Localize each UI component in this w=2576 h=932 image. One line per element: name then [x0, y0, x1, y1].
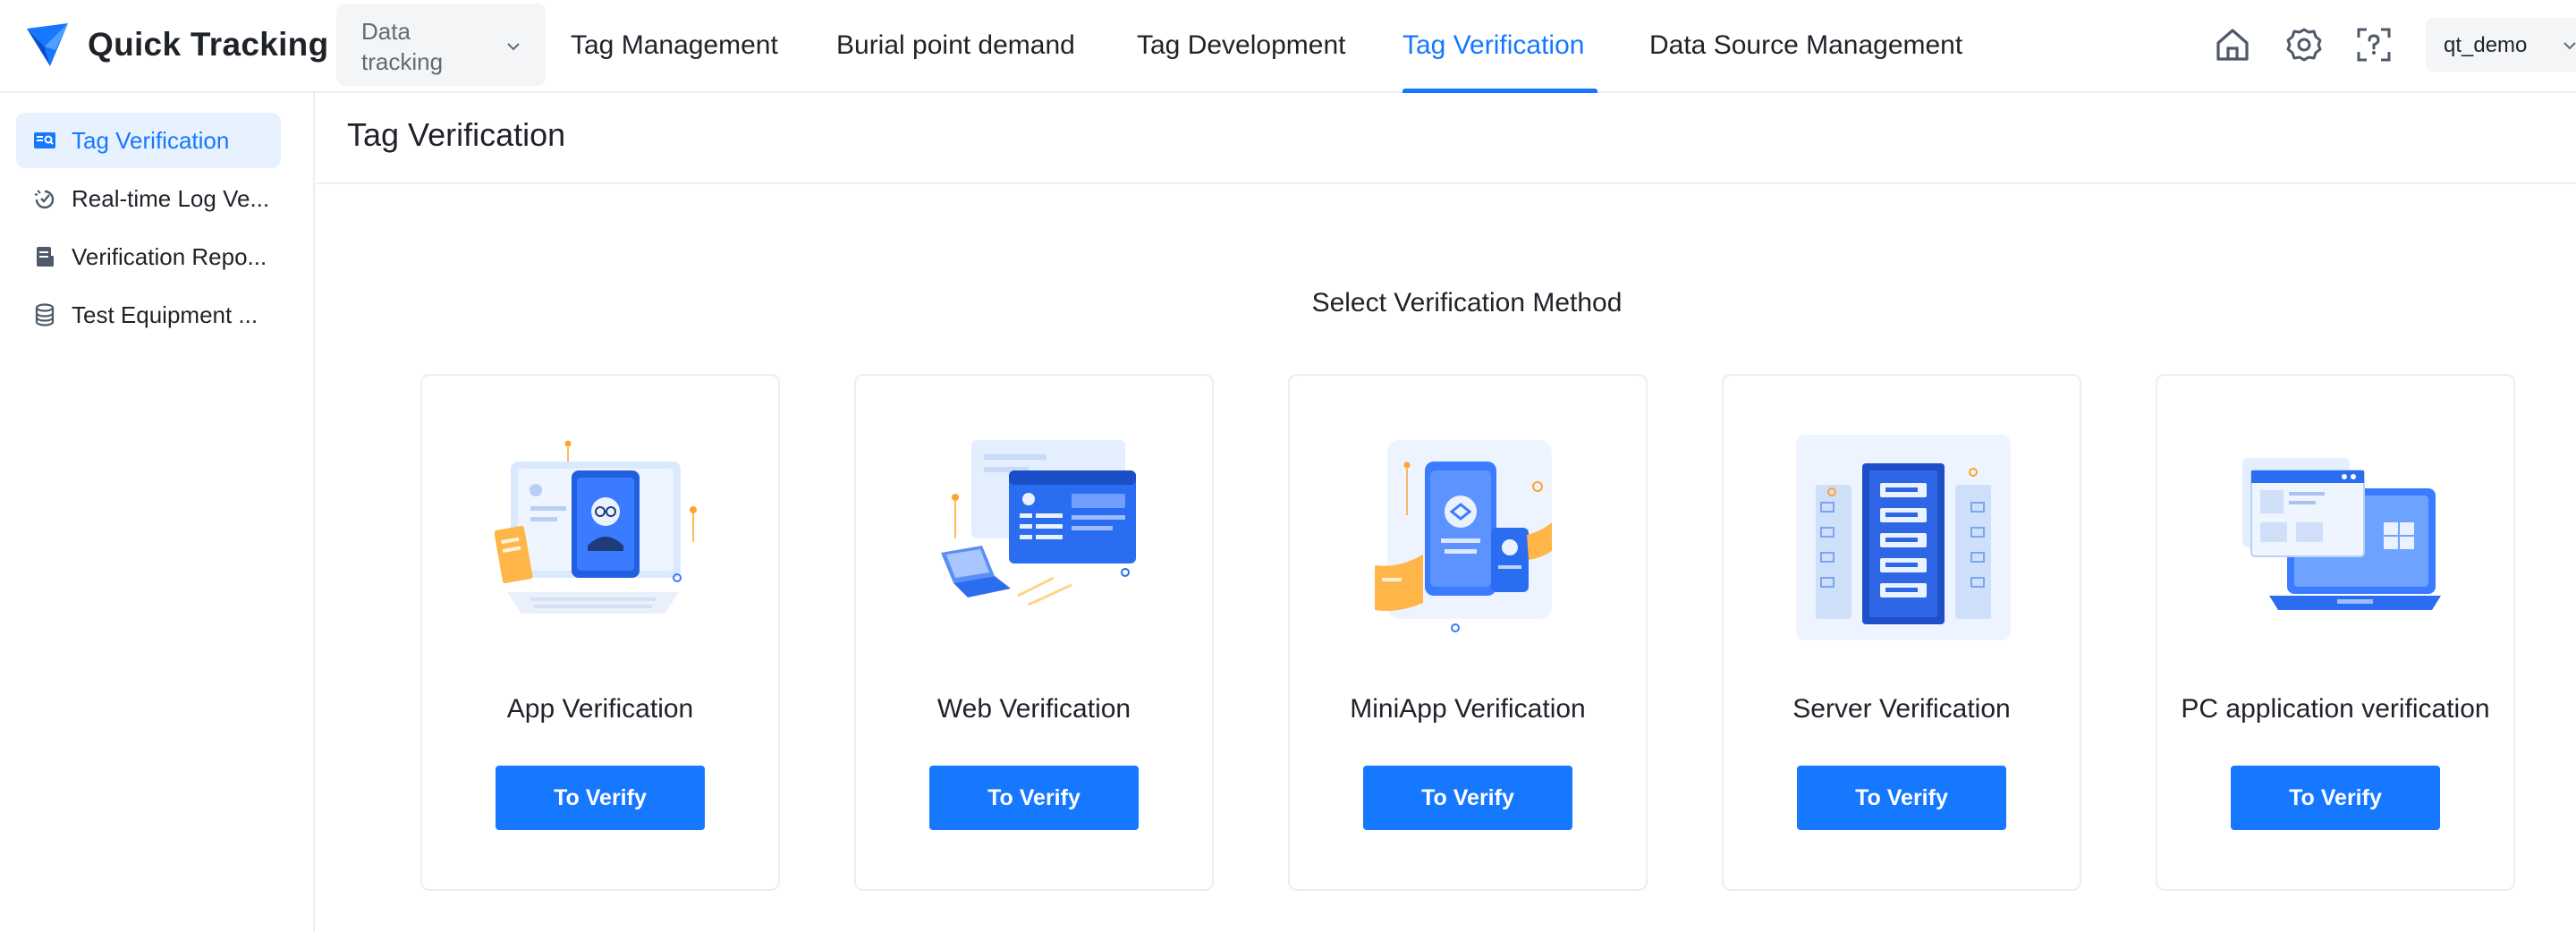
chevron-down-icon	[507, 43, 520, 51]
sidebar-item-label: Real-time Log Ve...	[72, 185, 270, 212]
tab-label: Tag Verification	[1402, 30, 1585, 60]
to-verify-button[interactable]: To Verify	[2231, 766, 2440, 830]
sidebar-item-label: Test Equipment ...	[72, 301, 258, 328]
verification-card-web: Web Verification To Verify	[854, 374, 1214, 891]
home-icon[interactable]	[2213, 25, 2252, 64]
tab-label: Tag Management	[571, 30, 778, 60]
server-illustration-icon	[1796, 435, 2011, 640]
help-scan-icon[interactable]	[2354, 25, 2394, 64]
verification-card-app: App Verification To Verify	[420, 374, 780, 891]
main-content: Tag Verification Select Verification Met…	[317, 93, 2576, 932]
card-title: MiniApp Verification	[1350, 694, 1586, 724]
divider	[317, 182, 2576, 184]
tab-label: Data Source Management	[1649, 30, 1963, 60]
top-header: Quick Tracking Data tracking Tag Managem…	[0, 0, 2576, 93]
chevron-down-icon	[2563, 42, 2576, 50]
app-logo[interactable]: Quick Tracking	[23, 18, 328, 72]
user-menu[interactable]: qt_demo	[2426, 18, 2576, 72]
app-illustration-icon	[495, 440, 697, 614]
verification-card-server: Server Verification To Verify	[1722, 374, 2081, 891]
sidebar-item-realtime-log[interactable]: Real-time Log Ve...	[16, 171, 281, 226]
pc-illustration-icon	[2242, 458, 2441, 610]
product-select[interactable]: Data tracking	[336, 4, 546, 86]
section-title: Select Verification Method	[1311, 288, 1623, 318]
verification-card-pc: PC application verification To Verify	[2156, 374, 2515, 891]
to-verify-button[interactable]: To Verify	[929, 766, 1139, 830]
card-title: PC application verification	[2181, 694, 2490, 724]
product-select-value: Data tracking	[361, 18, 444, 75]
sidebar-item-label: Tag Verification	[72, 127, 230, 154]
verification-card-miniapp: MiniApp Verification To Verify	[1288, 374, 1648, 891]
to-verify-button[interactable]: To Verify	[496, 766, 705, 830]
card-title: Server Verification	[1792, 694, 2011, 724]
sidebar: Tag Verification Real-time Log Ve... Ver…	[0, 93, 315, 932]
tab-label: Tag Development	[1137, 30, 1346, 60]
sidebar-item-test-equipment[interactable]: Test Equipment ...	[16, 287, 281, 343]
card-title: Web Verification	[936, 694, 1131, 724]
sidebar-item-verification-report[interactable]: Verification Repo...	[16, 229, 281, 284]
to-verify-button[interactable]: To Verify	[1363, 766, 1572, 830]
realtime-log-icon	[34, 190, 55, 209]
tag-verification-icon	[34, 132, 55, 148]
to-verify-button[interactable]: To Verify	[1797, 766, 2006, 830]
database-icon	[35, 303, 55, 326]
settings-icon[interactable]	[2284, 25, 2324, 64]
card-title: App Verification	[506, 694, 694, 724]
sidebar-item-label: Verification Repo...	[72, 243, 267, 270]
web-illustration-icon	[941, 440, 1136, 606]
user-name: qt_demo	[2444, 33, 2528, 57]
tab-label: Burial point demand	[836, 30, 1075, 60]
miniapp-illustration-icon	[1375, 440, 1552, 632]
quick-tracking-logo-icon	[27, 23, 68, 66]
page-title: Tag Verification	[347, 116, 566, 153]
tab-tag-verification[interactable]: Tag Verification	[1402, 0, 1597, 93]
app-name: Quick Tracking	[88, 26, 329, 63]
report-icon	[37, 247, 54, 267]
sidebar-item-tag-verification[interactable]: Tag Verification	[16, 113, 281, 168]
